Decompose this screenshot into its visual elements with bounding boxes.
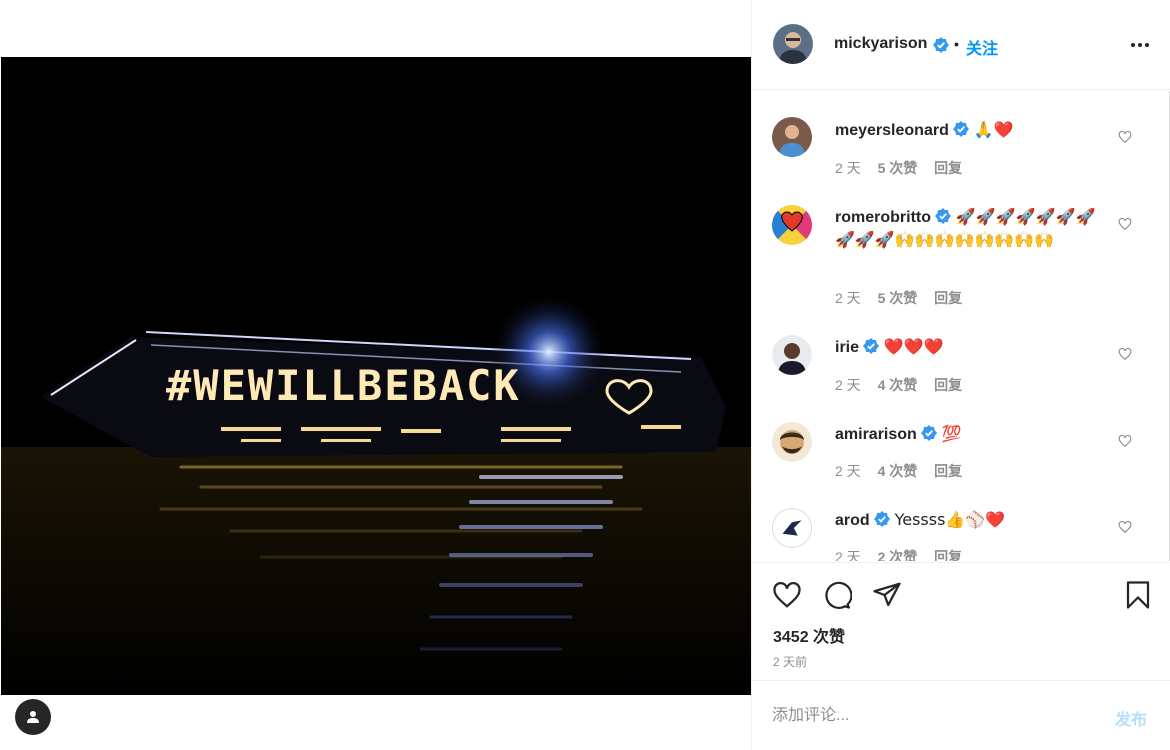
reply-button[interactable]: 回复: [934, 377, 962, 393]
separator-dot: •: [954, 36, 959, 52]
author-username[interactable]: mickyarison: [834, 35, 927, 53]
reply-button[interactable]: 回复: [934, 160, 962, 176]
cruise-ship-night-image: #WEWILLBEBACK: [1, 57, 751, 695]
comment-age: 2 天: [835, 290, 861, 306]
reply-button[interactable]: 回复: [934, 463, 962, 479]
comment-age: 2 天: [835, 377, 861, 393]
follow-button[interactable]: 关注: [966, 35, 998, 59]
comment-likes[interactable]: 5 次赞: [878, 160, 918, 176]
comments-list[interactable]: meyersleonard 🙏❤️ 2 天 5 次赞 回复 romerobrit…: [752, 91, 1170, 561]
heart-icon[interactable]: [1118, 217, 1132, 231]
post-side-panel: mickyarison • 关注 meyersleonard 🙏❤️ 2 天 5…: [751, 0, 1170, 750]
more-options-icon[interactable]: [1130, 35, 1150, 55]
reply-button[interactable]: 回复: [934, 290, 962, 306]
user-tag-button[interactable]: [15, 699, 51, 735]
heart-icon[interactable]: [1118, 520, 1132, 534]
comment-likes[interactable]: 4 次赞: [878, 463, 918, 479]
commenter-avatar[interactable]: [772, 117, 812, 157]
comment-meta: 2 天 2 次赞 回复: [835, 547, 975, 561]
commenter-username[interactable]: romerobritto: [835, 209, 931, 226]
heart-icon[interactable]: [1118, 347, 1132, 361]
comment-meta: 2 天 5 次赞 回复: [835, 158, 975, 178]
comment-meta: 2 天 4 次赞 回复: [835, 375, 975, 395]
post-timestamp: 2 天前: [773, 655, 808, 669]
reply-button[interactable]: 回复: [934, 549, 962, 561]
commenter-avatar[interactable]: [772, 205, 812, 245]
verified-badge-icon: [874, 511, 891, 527]
heart-icon[interactable]: [1118, 434, 1132, 448]
commenter-username[interactable]: amirarison: [835, 426, 917, 443]
commenter-avatar[interactable]: [772, 335, 812, 375]
verified-badge-icon: [933, 37, 949, 53]
comment-age: 2 天: [835, 463, 861, 479]
commenter-username[interactable]: meyersleonard: [835, 122, 949, 139]
verified-badge-icon: [935, 208, 952, 224]
commenter-avatar[interactable]: [772, 508, 812, 548]
comment-meta: 2 天 4 次赞 回复: [835, 461, 975, 481]
comment-input[interactable]: [772, 703, 1092, 729]
comment-text: Yessss👍⚾❤️: [894, 510, 1006, 529]
comment-likes[interactable]: 5 次赞: [878, 290, 918, 306]
comment-likes[interactable]: 4 次赞: [878, 377, 918, 393]
verified-badge-icon: [863, 338, 880, 354]
comment-text: ❤️❤️❤️: [883, 337, 944, 356]
comment-likes[interactable]: 2 次赞: [878, 549, 918, 561]
post-actions: 3452 次赞 2 天前: [752, 562, 1170, 680]
user-tag-icon: [27, 711, 39, 723]
comment-age: 2 天: [835, 549, 861, 561]
post-comment-button[interactable]: 发布: [1115, 706, 1147, 730]
verified-badge-icon: [921, 425, 938, 441]
commenter-username[interactable]: arod: [835, 512, 870, 529]
comment-meta: 2 天 5 次赞 回复: [835, 288, 975, 308]
add-comment-bar: 发布: [752, 680, 1170, 750]
post-header: mickyarison • 关注: [752, 0, 1170, 90]
verified-badge-icon: [953, 121, 970, 137]
media-column: #WEWILLBEBACK: [0, 0, 751, 750]
commenter-username[interactable]: irie: [835, 339, 859, 356]
commenter-avatar[interactable]: [772, 422, 812, 462]
comment-age: 2 天: [835, 160, 861, 176]
comment-icon[interactable]: [822, 580, 852, 610]
heart-icon[interactable]: [772, 580, 802, 610]
comment-text: 💯: [941, 424, 962, 443]
ship-lettering: #WEWILLBEBACK: [166, 361, 521, 410]
author-avatar[interactable]: [773, 24, 813, 64]
share-icon[interactable]: [872, 580, 902, 610]
bookmark-icon[interactable]: [1123, 580, 1153, 610]
post-photo[interactable]: #WEWILLBEBACK: [1, 57, 751, 695]
heart-icon[interactable]: [1118, 130, 1132, 144]
comment-text: 🙏❤️: [973, 120, 1014, 139]
likes-count[interactable]: 3452 次赞: [773, 623, 845, 647]
